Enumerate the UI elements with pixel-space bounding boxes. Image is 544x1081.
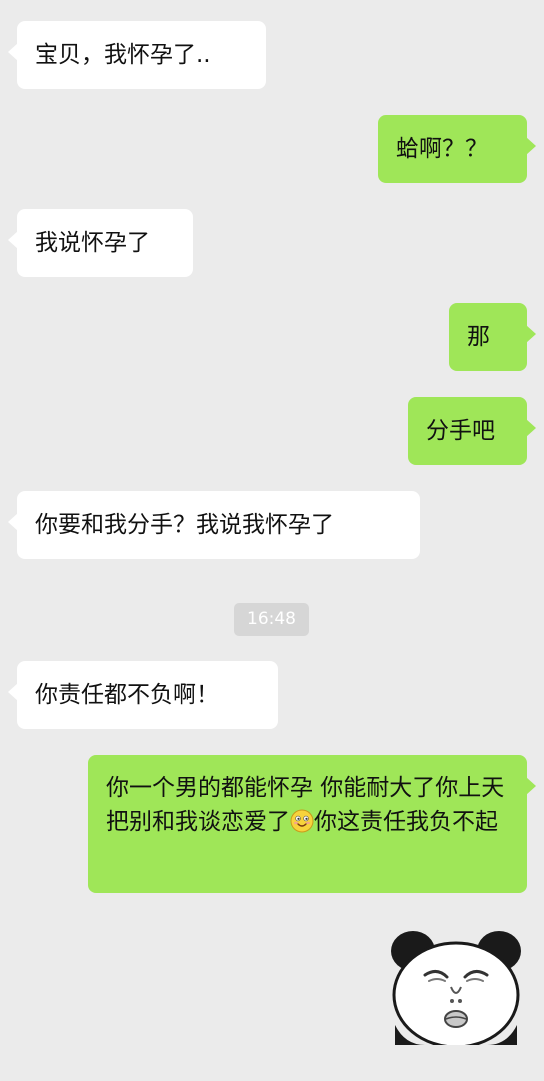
chat-window: 宝贝，我怀孕了.. 蛤啊？？ 我说怀孕了 那 分手吧 你要和我分手？我说我怀孕了… <box>0 0 544 1081</box>
message-text: 你要和我分手？我说我怀孕了 <box>35 512 334 538</box>
message-sent: 你一个男的都能怀孕 你能耐大了你上天把别和我谈恋爱了 你这责任我负不起 <box>88 755 536 893</box>
message-received: 宝贝，我怀孕了.. <box>8 21 266 89</box>
message-received: 我说怀孕了 <box>8 209 193 277</box>
message-bubble[interactable]: 你一个男的都能怀孕 你能耐大了你上天把别和我谈恋爱了 你这责任我负不起 <box>88 755 536 893</box>
message-text: 你责任都不负啊！ <box>35 682 219 708</box>
message-bubble[interactable]: 你要和我分手？我说我怀孕了 <box>8 491 420 559</box>
message-received: 你责任都不负啊！ <box>8 661 278 729</box>
message-sent: 那 <box>449 303 536 371</box>
message-bubble[interactable]: 你责任都不负啊！ <box>8 661 278 729</box>
message-text: 那 <box>467 324 490 350</box>
smiley-emoji-icon <box>290 809 314 843</box>
message-text: 我说怀孕了 <box>35 230 150 256</box>
message-bubble[interactable]: 蛤啊？？ <box>378 115 536 183</box>
message-text: 分手吧 <box>426 418 495 444</box>
message-sent: 蛤啊？？ <box>378 115 536 183</box>
message-bubble[interactable]: 我说怀孕了 <box>8 209 193 277</box>
message-text: 蛤啊？？ <box>396 136 488 162</box>
message-text: 宝贝，我怀孕了.. <box>35 42 211 68</box>
message-sent: 分手吧 <box>408 397 536 465</box>
message-bubble[interactable]: 那 <box>449 303 536 371</box>
message-bubble[interactable]: 宝贝，我怀孕了.. <box>8 21 266 89</box>
timestamp: 16:48 <box>234 603 309 636</box>
message-text-part: 你这责任我负不起 <box>314 809 498 835</box>
message-received: 你要和我分手？我说我怀孕了 <box>8 491 420 559</box>
panda-face-sticker-icon[interactable] <box>385 925 527 1049</box>
message-bubble[interactable]: 分手吧 <box>408 397 536 465</box>
